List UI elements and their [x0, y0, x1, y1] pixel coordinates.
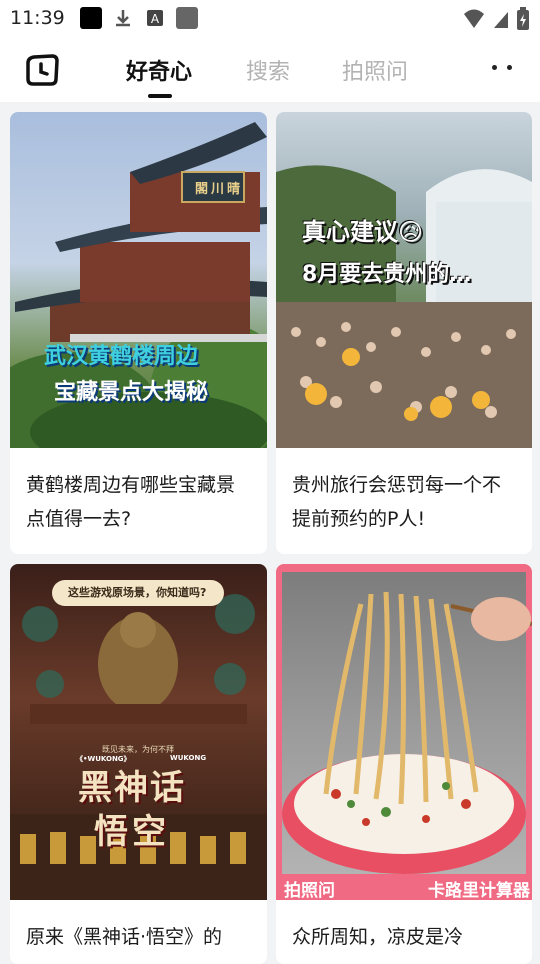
overlay-line-2: 宝藏景点大揭秘 — [54, 380, 209, 405]
status-time: 11:39 — [10, 7, 65, 29]
sign-text: 閣川晴 — [195, 182, 244, 197]
tab-photo-ask[interactable]: 拍照问 — [342, 54, 408, 86]
system-icons — [462, 7, 530, 31]
signal-icon — [494, 12, 508, 28]
notification-icons: A — [80, 7, 198, 29]
text-notification-icon: A — [147, 10, 163, 26]
feed-card[interactable]: 拍照问 卡路里计算器 众所周知，凉皮是冷 — [276, 564, 532, 964]
big-title-line-2: 悟空 — [94, 812, 170, 852]
more-dots-icon[interactable] — [492, 65, 512, 70]
card-title: 黄鹤楼周边有哪些宝藏景点值得一去? — [26, 474, 236, 530]
card-title: 原来《黑神话·悟空》的 — [26, 926, 223, 948]
card-image: 这些游戏原场景，你知道吗? 既见未来，为何不拜 《•WUKONG》 WUKONG… — [10, 564, 267, 900]
active-tab-indicator — [148, 94, 172, 98]
app-notification-icon — [176, 7, 198, 29]
battery-icon — [517, 7, 529, 30]
card-image: 閣川晴 武汉黄鹤楼周边 宝藏景点大揭秘 — [10, 112, 267, 448]
overlay-line-1: 武汉黄鹤楼周边 — [44, 344, 199, 369]
app-notification-icon — [80, 7, 102, 29]
badge-right: 卡路里计算器 — [428, 881, 530, 900]
card-image: 真心建议😥 8月要去贵州的… — [276, 112, 532, 448]
tab-search[interactable]: 搜索 — [246, 54, 290, 86]
status-bar: 11:39 A — [0, 0, 540, 38]
feed-card[interactable]: 这些游戏原场景，你知道吗? 既见未来，为何不拜 《•WUKONG》 WUKONG… — [10, 564, 267, 964]
wifi-icon — [464, 9, 484, 28]
feed-card[interactable]: 真心建议😥 8月要去贵州的… 贵州旅行会惩罚每一个不提前预约的P人! — [276, 112, 532, 554]
feed-card[interactable]: 閣川晴 武汉黄鹤楼周边 宝藏景点大揭秘 黄鹤楼周边有哪些宝藏景点值得一去? — [10, 112, 267, 554]
overlay-line-2: 8月要去贵州的… — [302, 262, 472, 287]
svg-text:A: A — [151, 12, 160, 26]
overlay-line-1: 真心建议😥 — [302, 218, 424, 246]
tab-curiosity[interactable]: 好奇心 — [126, 54, 192, 86]
badge-left: 拍照问 — [284, 881, 335, 900]
top-nav: 好奇心 搜索 拍照问 — [0, 38, 540, 102]
big-title-line-1: 黑神话 — [78, 768, 186, 808]
download-icon — [116, 10, 130, 27]
card-title: 众所周知，凉皮是冷 — [292, 926, 464, 948]
noodles-illustration — [282, 591, 532, 874]
top-banner-text: 这些游戏原场景，你知道吗? — [68, 586, 207, 599]
card-image: 拍照问 卡路里计算器 — [276, 564, 532, 900]
card-title: 贵州旅行会惩罚每一个不提前预约的P人! — [292, 474, 502, 530]
